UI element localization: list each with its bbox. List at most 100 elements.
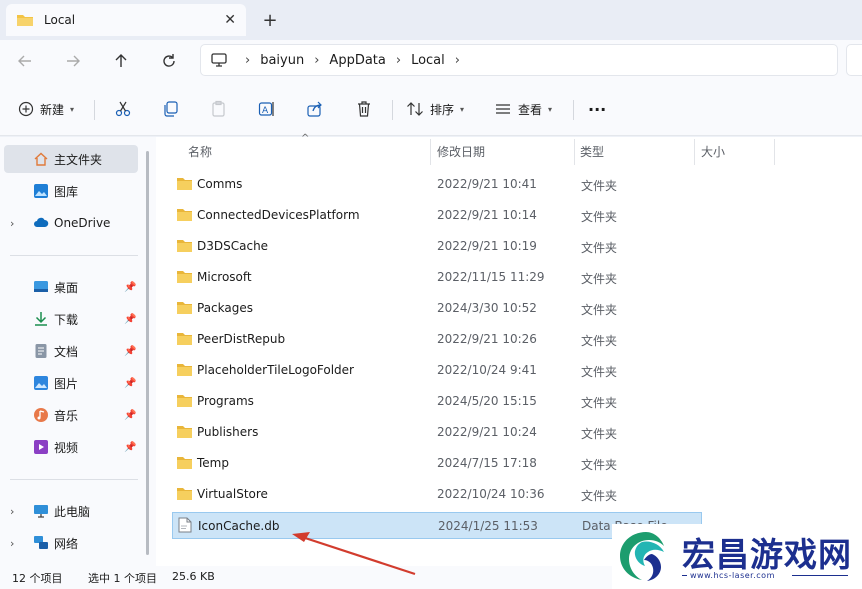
folder-icon bbox=[177, 271, 192, 283]
file-date: 2022/9/21 10:41 bbox=[437, 177, 537, 191]
rename-button[interactable]: A bbox=[258, 96, 276, 122]
sidebar-item-videos[interactable]: 视频 📌 bbox=[0, 433, 150, 461]
column-header-date[interactable]: 修改日期 bbox=[437, 137, 485, 165]
new-button[interactable]: 新建 ▾ bbox=[18, 96, 74, 122]
sidebar-item-label: 图片 bbox=[54, 376, 79, 391]
sidebar-item-label: 音乐 bbox=[54, 408, 79, 423]
up-button[interactable] bbox=[108, 48, 134, 74]
back-button[interactable] bbox=[12, 48, 38, 74]
column-header-type[interactable]: 类型 bbox=[580, 137, 604, 165]
sidebar-item-gallery[interactable]: 图库 bbox=[0, 177, 150, 205]
tab-local[interactable]: Local ✕ bbox=[6, 4, 246, 36]
sidebar-item-music[interactable]: 音乐 📌 bbox=[0, 401, 150, 429]
list-item[interactable]: Programs 2024/5/20 15:15 文件夹 bbox=[172, 388, 702, 415]
chevron-right-icon[interactable]: › bbox=[10, 217, 14, 230]
folder-icon bbox=[177, 240, 192, 252]
sidebar-item-pictures[interactable]: 图片 📌 bbox=[0, 369, 150, 397]
file-date: 2024/3/30 10:52 bbox=[437, 301, 537, 315]
column-header-name[interactable]: 名称 bbox=[188, 137, 212, 165]
navigation-pane: 主文件夹 图库 › OneDrive 桌面 📌 下载 📌 文档 📌 图片 📌 音… bbox=[0, 137, 156, 566]
sidebar-item-desktop[interactable]: 桌面 📌 bbox=[0, 273, 150, 301]
sidebar-item-documents[interactable]: 文档 📌 bbox=[0, 337, 150, 365]
sidebar-item-network[interactable]: › 网络 bbox=[0, 529, 150, 557]
list-item[interactable]: Publishers 2022/9/21 10:24 文件夹 bbox=[172, 419, 702, 446]
sidebar-item-this-pc[interactable]: › 此电脑 bbox=[0, 497, 150, 525]
pin-icon: 📌 bbox=[124, 441, 137, 453]
refresh-button[interactable] bbox=[156, 48, 182, 74]
breadcrumb-separator: › bbox=[245, 52, 251, 68]
chevron-right-icon[interactable]: › bbox=[10, 537, 14, 550]
column-divider[interactable] bbox=[694, 139, 695, 165]
column-header-size[interactable]: 大小 bbox=[701, 137, 725, 165]
home-icon bbox=[34, 152, 48, 166]
column-divider[interactable] bbox=[774, 139, 775, 165]
pin-icon: 📌 bbox=[124, 313, 137, 325]
list-item[interactable]: Comms 2022/9/21 10:41 文件夹 bbox=[172, 171, 702, 198]
more-options-button[interactable]: ··· bbox=[588, 96, 606, 122]
plus-circle-icon bbox=[18, 101, 34, 117]
cut-button[interactable] bbox=[114, 96, 132, 122]
list-item[interactable]: VirtualStore 2022/10/24 10:36 文件夹 bbox=[172, 481, 702, 508]
sidebar-item-label: 此电脑 bbox=[54, 504, 91, 519]
arrow-up-icon bbox=[115, 54, 127, 67]
breadcrumb-local[interactable]: Local bbox=[411, 53, 445, 68]
column-divider[interactable] bbox=[430, 139, 431, 165]
close-tab-icon[interactable]: ✕ bbox=[224, 12, 236, 28]
sidebar-divider bbox=[10, 479, 138, 480]
download-icon bbox=[35, 312, 47, 326]
item-count: 12 个项目 bbox=[12, 572, 63, 585]
list-item[interactable]: PeerDistRepub 2022/9/21 10:26 文件夹 bbox=[172, 326, 702, 353]
dragon-logo-icon bbox=[620, 532, 664, 581]
paste-button[interactable] bbox=[210, 96, 228, 122]
breadcrumb-appdata[interactable]: AppData bbox=[329, 53, 385, 68]
search-box[interactable] bbox=[846, 44, 862, 76]
column-divider[interactable] bbox=[574, 139, 575, 165]
network-icon bbox=[34, 536, 48, 549]
file-name: Publishers bbox=[197, 425, 259, 439]
watermark-url: www.hcs-laser.com bbox=[690, 571, 775, 580]
svg-text:A: A bbox=[262, 106, 269, 116]
computer-icon bbox=[34, 505, 48, 518]
list-item[interactable]: Microsoft 2022/11/15 11:29 文件夹 bbox=[172, 264, 702, 291]
delete-button[interactable] bbox=[355, 96, 373, 122]
file-date: 2022/9/21 10:14 bbox=[437, 208, 537, 222]
pin-icon: 📌 bbox=[124, 345, 137, 357]
breadcrumb-baiyun[interactable]: baiyun bbox=[260, 53, 304, 68]
sidebar-item-home[interactable]: 主文件夹 bbox=[4, 145, 138, 173]
file-name: PeerDistRepub bbox=[197, 332, 286, 346]
desktop-icon bbox=[34, 281, 48, 292]
new-tab-button[interactable]: + bbox=[258, 8, 282, 32]
folder-icon bbox=[177, 302, 192, 314]
sidebar-item-label: 视频 bbox=[54, 440, 79, 455]
sidebar-item-label: 图库 bbox=[54, 184, 79, 199]
folder-icon bbox=[177, 426, 192, 438]
view-button[interactable]: 查看 ▾ bbox=[494, 96, 552, 122]
copy-button[interactable] bbox=[162, 96, 180, 122]
sidebar-item-downloads[interactable]: 下载 📌 bbox=[0, 305, 150, 333]
list-item[interactable]: D3DSCache 2022/9/21 10:19 文件夹 bbox=[172, 233, 702, 260]
file-date: 2022/9/21 10:19 bbox=[437, 239, 537, 253]
file-date: 2022/10/24 9:41 bbox=[437, 363, 537, 377]
sort-button[interactable]: 排序 ▾ bbox=[406, 96, 464, 122]
share-button[interactable] bbox=[306, 96, 324, 122]
navigation-row: › baiyun › AppData › Local › bbox=[0, 40, 862, 82]
chevron-right-icon[interactable]: › bbox=[10, 505, 14, 518]
sidebar-scrollbar[interactable] bbox=[146, 151, 149, 555]
file-name: Microsoft bbox=[197, 270, 252, 284]
list-item[interactable]: ConnectedDevicesPlatform 2022/9/21 10:14… bbox=[172, 202, 702, 229]
tab-bar: Local ✕ + bbox=[0, 0, 862, 40]
video-icon bbox=[34, 440, 48, 454]
sort-ascending-icon: ^ bbox=[301, 133, 310, 144]
forward-button[interactable] bbox=[60, 48, 86, 74]
list-item[interactable]: Temp 2024/7/15 17:18 文件夹 bbox=[172, 450, 702, 477]
file-type: 文件夹 bbox=[581, 334, 618, 348]
list-item[interactable]: Packages 2024/3/30 10:52 文件夹 bbox=[172, 295, 702, 322]
folder-icon bbox=[177, 333, 192, 345]
selection-count: 选中 1 个项目 bbox=[88, 572, 157, 585]
view-list-icon bbox=[496, 104, 510, 114]
rename-icon: A bbox=[258, 102, 274, 116]
list-item[interactable]: PlaceholderTileLogoFolder 2022/10/24 9:4… bbox=[172, 357, 702, 384]
address-bar[interactable]: › baiyun › AppData › Local › bbox=[200, 44, 838, 76]
sidebar-item-onedrive[interactable]: › OneDrive bbox=[0, 209, 150, 237]
breadcrumb-separator[interactable]: › bbox=[455, 53, 460, 68]
